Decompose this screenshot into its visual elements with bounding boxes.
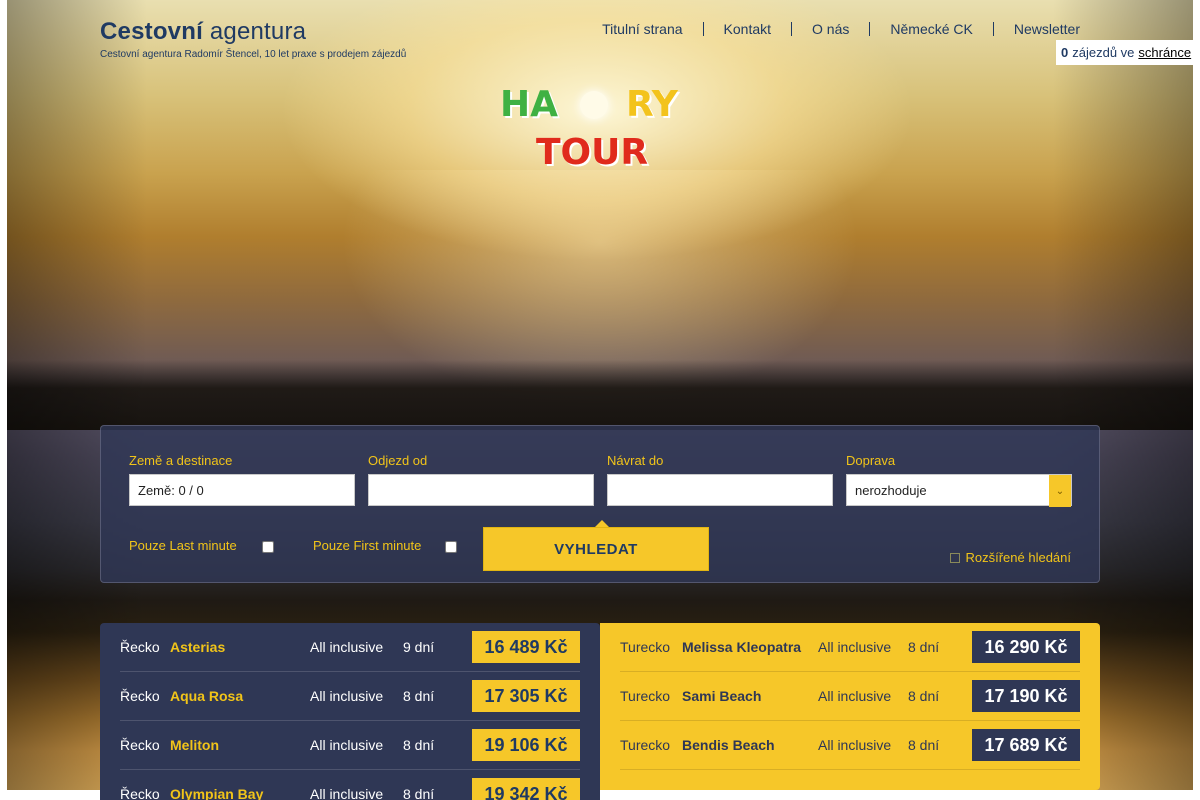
transport-select[interactable]: nerozhoduje ⌄ [846, 474, 1072, 507]
offer-days: 8 dní [908, 639, 940, 655]
offer-board: All inclusive [310, 688, 384, 704]
nav-german-ck[interactable]: Německé CK [869, 22, 992, 36]
offer-price[interactable]: 16 489 Kč [472, 631, 580, 663]
offer-hotel[interactable]: Melissa Kleopatra [682, 639, 818, 655]
offer-price[interactable]: 19 106 Kč [472, 729, 580, 761]
offer-row[interactable]: Turecko Bendis Beach All inclusive 8 dní… [620, 721, 1080, 770]
offer-country: Řecko [120, 639, 160, 655]
offer-board: All inclusive [818, 639, 892, 655]
shore-rocks [7, 360, 1193, 430]
chevron-down-icon[interactable]: ⌄ [1049, 475, 1071, 507]
departure-field: Odjezd od [368, 453, 594, 506]
offer-country: Turecko [620, 639, 671, 655]
offer-row[interactable]: Turecko Melissa Kleopatra All inclusive … [620, 623, 1080, 672]
offers-right: Turecko Melissa Kleopatra All inclusive … [600, 623, 1100, 790]
offer-days: 8 dní [403, 786, 435, 800]
offer-price[interactable]: 16 290 Kč [972, 631, 1080, 663]
advanced-search-link[interactable]: Rozšířené hledání [950, 550, 1071, 565]
last-minute-row: Pouze Last minute [129, 537, 274, 553]
site-logo[interactable]: Cestovní agentura Cestovní agentura Rado… [100, 18, 406, 60]
offer-board: All inclusive [818, 688, 892, 704]
brand-tour: TOUR [536, 132, 649, 173]
haly-tour-logo: HA RY TOUR [500, 86, 678, 172]
destination-label: Země a destinace [129, 453, 233, 468]
offer-hotel[interactable]: Bendis Beach [682, 737, 818, 753]
offer-days: 8 dní [403, 737, 435, 753]
offer-price[interactable]: 17 190 Kč [972, 680, 1080, 712]
destination-input[interactable]: Země: 0 / 0 [129, 474, 355, 506]
logo-title: Cestovní agentura [100, 18, 307, 45]
offers-left: Řecko Asterias All inclusive 9 dní 16 48… [100, 623, 600, 800]
main-nav: Titulní strana Kontakt O nás Německé CK … [582, 22, 1080, 36]
offer-price[interactable]: 17 689 Kč [972, 729, 1080, 761]
last-minute-checkbox[interactable] [261, 541, 274, 553]
nav-contact[interactable]: Kontakt [702, 22, 791, 36]
offer-days: 9 dní [403, 639, 435, 655]
brand-ha: HA [500, 84, 558, 125]
offer-hotel[interactable]: Olympian Bay [170, 786, 310, 800]
offer-price[interactable]: 17 305 Kč [472, 680, 580, 712]
departure-input[interactable] [368, 474, 594, 506]
search-panel: Země a destinace Země: 0 / 0 Odjezd od N… [100, 425, 1100, 583]
offer-days: 8 dní [908, 688, 940, 704]
offer-country: Turecko [620, 688, 671, 704]
search-button[interactable]: VYHLEDAT [483, 527, 709, 571]
transport-field: Doprava nerozhoduje ⌄ [846, 453, 1072, 507]
cart-text: zájezdů ve [1072, 45, 1135, 60]
offer-row[interactable]: Řecko Olympian Bay All inclusive 8 dní 1… [120, 770, 580, 800]
transport-value: nerozhoduje [855, 482, 927, 498]
return-input[interactable] [607, 474, 833, 506]
search-button-pointer [595, 520, 609, 527]
return-label: Návrat do [607, 453, 664, 468]
cart-box: 0 zájezdů ve schránce [1056, 40, 1194, 65]
offer-board: All inclusive [310, 786, 384, 800]
first-minute-row: Pouze First minute [313, 537, 458, 553]
offer-price[interactable]: 19 342 Kč [472, 778, 580, 800]
offer-days: 8 dní [403, 688, 435, 704]
return-field: Návrat do [607, 453, 833, 506]
first-minute-label: Pouze First minute [313, 537, 422, 553]
offer-board: All inclusive [310, 639, 384, 655]
offer-row[interactable]: Řecko Aqua Rosa All inclusive 8 dní 17 3… [120, 672, 580, 721]
expand-icon [950, 552, 961, 563]
offer-country: Řecko [120, 688, 160, 704]
offer-hotel[interactable]: Aqua Rosa [170, 688, 310, 704]
transport-label: Doprava [846, 453, 896, 468]
nav-newsletter[interactable]: Newsletter [992, 22, 1080, 36]
last-minute-label: Pouze Last minute [129, 537, 237, 553]
offer-country: Řecko [120, 786, 160, 800]
nav-home[interactable]: Titulní strana [582, 22, 702, 36]
offer-board: All inclusive [818, 737, 892, 753]
offer-hotel[interactable]: Asterias [170, 639, 310, 655]
nav-about[interactable]: O nás [791, 22, 869, 36]
offer-board: All inclusive [310, 737, 384, 753]
logo-subtitle: Cestovní agentura Radomír Štencel, 10 le… [100, 49, 407, 60]
offer-hotel[interactable]: Sami Beach [682, 688, 818, 704]
offer-days: 8 dní [908, 737, 940, 753]
offer-row[interactable]: Řecko Asterias All inclusive 9 dní 16 48… [120, 623, 580, 672]
departure-label: Odjezd od [368, 453, 428, 468]
first-minute-checkbox[interactable] [445, 541, 458, 553]
destination-field: Země a destinace Země: 0 / 0 [129, 453, 355, 506]
offer-country: Řecko [120, 737, 160, 753]
brand-ry: RY [626, 84, 678, 125]
offer-row[interactable]: Řecko Meliton All inclusive 8 dní 19 106… [120, 721, 580, 770]
offer-hotel[interactable]: Meliton [170, 737, 310, 753]
offer-row[interactable]: Turecko Sami Beach All inclusive 8 dní 1… [620, 672, 1080, 721]
sun-icon [580, 91, 608, 119]
advanced-search-label: Rozšířené hledání [965, 550, 1071, 565]
cart-link[interactable]: schránce [1138, 45, 1191, 60]
offer-country: Turecko [620, 737, 671, 753]
cart-count: 0 [1061, 45, 1069, 60]
